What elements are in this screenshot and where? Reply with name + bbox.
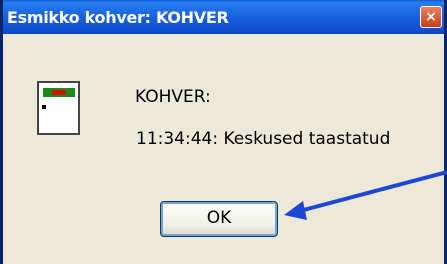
application-icon xyxy=(37,81,80,135)
close-button[interactable]: × xyxy=(420,6,442,28)
icon-dot xyxy=(42,105,46,109)
message-text: 11:34:44: Keskused taastatud xyxy=(136,129,391,149)
ok-button[interactable]: OK xyxy=(160,201,278,237)
icon-red-bar xyxy=(52,90,66,95)
icon-green-bar xyxy=(43,88,75,97)
message-app-name: KOHVER: xyxy=(135,87,211,107)
title-bar[interactable]: Esmikko kohver: KOHVER × xyxy=(3,0,444,34)
dialog-window: Esmikko kohver: KOHVER × KOHVER: 11:34:4… xyxy=(0,0,447,264)
close-icon: × xyxy=(425,9,437,25)
window-title: Esmikko kohver: KOHVER xyxy=(7,8,229,27)
